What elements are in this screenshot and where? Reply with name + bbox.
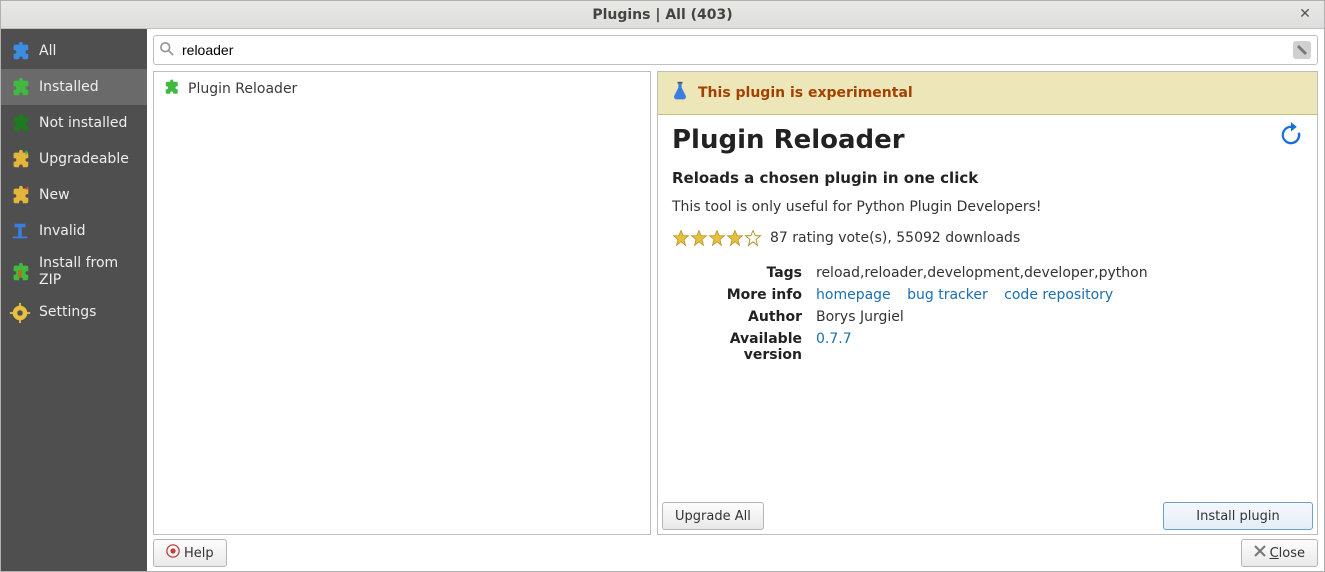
experimental-warning: This plugin is experimental: [658, 72, 1317, 115]
sidebar-item-all[interactable]: All: [1, 33, 147, 69]
sidebar-item-upgradeable[interactable]: Upgradeable: [1, 141, 147, 177]
content: Plugin Reloader This plugin is experimen…: [147, 29, 1324, 571]
refresh-button[interactable]: [1277, 121, 1305, 149]
plugin-subtitle: Reloads a chosen plugin in one click: [672, 169, 1303, 187]
upgrade-all-button[interactable]: Upgrade All: [662, 502, 764, 530]
plugin-list-item[interactable]: Plugin Reloader: [158, 76, 646, 102]
meta-table: Tags reload,reloader,development,develop…: [672, 265, 1303, 363]
puzzle-invalid-icon: [9, 220, 31, 242]
puzzle-new-icon: [9, 184, 31, 206]
rating-stars: [672, 229, 762, 247]
coderepo-link[interactable]: code repository: [1004, 287, 1113, 303]
plugin-title: Plugin Reloader: [672, 125, 1303, 155]
help-button[interactable]: Help: [153, 539, 227, 567]
tags-label: Tags: [672, 265, 802, 281]
rating-text: 87 rating vote(s), 55092 downloads: [770, 230, 1020, 246]
tags-value: reload,reloader,development,developer,py…: [816, 265, 1303, 281]
sidebar-item-label: New: [39, 187, 139, 204]
sidebar: All Installed Not installed Upgradeable: [1, 29, 147, 571]
title-bar: Plugins | All (403) ✕: [1, 1, 1324, 29]
puzzle-icon: [162, 78, 180, 100]
sidebar-item-invalid[interactable]: Invalid: [1, 213, 147, 249]
version-label: Available version: [672, 331, 802, 363]
close-label: Close: [1270, 546, 1305, 561]
search-bar: [153, 35, 1318, 65]
sidebar-item-label: Invalid: [39, 223, 139, 240]
version-value: 0.7.7: [816, 331, 1303, 363]
search-icon: [160, 42, 176, 58]
moreinfo-value: homepage bug tracker code repository: [816, 287, 1303, 303]
main: All Installed Not installed Upgradeable: [1, 29, 1324, 571]
author-label: Author: [672, 309, 802, 325]
sidebar-item-settings[interactable]: Settings: [1, 295, 147, 331]
install-plugin-button[interactable]: Install plugin: [1163, 502, 1313, 530]
bugtracker-link[interactable]: bug tracker: [907, 287, 988, 303]
puzzle-icon: [9, 40, 31, 62]
search-input[interactable]: [182, 42, 1293, 58]
window-close-button[interactable]: ✕: [1296, 5, 1314, 23]
bottom-row: Help Close: [153, 535, 1318, 567]
puzzle-upgrade-icon: [9, 148, 31, 170]
author-value: Borys Jurgiel: [816, 309, 1303, 325]
zip-icon: [9, 261, 31, 283]
sidebar-item-label: Installed: [39, 79, 139, 96]
sidebar-item-not-installed[interactable]: Not installed: [1, 105, 147, 141]
puzzle-icon: [9, 76, 31, 98]
window-title: Plugins | All (403): [592, 7, 732, 23]
puzzle-icon: [9, 112, 31, 134]
detail-panel: This plugin is experimental Plugin Reloa…: [657, 71, 1318, 535]
flask-icon: [670, 80, 690, 106]
sidebar-item-label: Upgradeable: [39, 151, 139, 168]
sidebar-item-label: All: [39, 43, 139, 60]
rating-row: 87 rating vote(s), 55092 downloads: [672, 229, 1303, 247]
sidebar-item-install-zip[interactable]: Install from ZIP: [1, 249, 147, 295]
plugin-description: This tool is only useful for Python Plug…: [672, 199, 1303, 215]
close-icon: [1254, 545, 1266, 561]
version-link[interactable]: 0.7.7: [816, 331, 852, 347]
sidebar-item-new[interactable]: New: [1, 177, 147, 213]
sidebar-item-installed[interactable]: Installed: [1, 69, 147, 105]
panels: Plugin Reloader This plugin is experimen…: [153, 71, 1318, 535]
sidebar-item-label: Settings: [39, 304, 139, 321]
plugin-name: Plugin Reloader: [188, 81, 297, 97]
clear-search-button[interactable]: [1293, 41, 1311, 59]
homepage-link[interactable]: homepage: [816, 287, 891, 303]
results-list[interactable]: Plugin Reloader: [153, 71, 651, 535]
warning-text: This plugin is experimental: [698, 85, 913, 101]
sidebar-item-label: Install from ZIP: [39, 255, 139, 289]
sidebar-item-label: Not installed: [39, 115, 139, 132]
close-button[interactable]: Close: [1241, 539, 1318, 567]
action-row: Upgrade All Install plugin: [658, 498, 1317, 534]
help-icon: [166, 544, 180, 562]
gear-icon: [9, 302, 31, 324]
moreinfo-label: More info: [672, 287, 802, 303]
